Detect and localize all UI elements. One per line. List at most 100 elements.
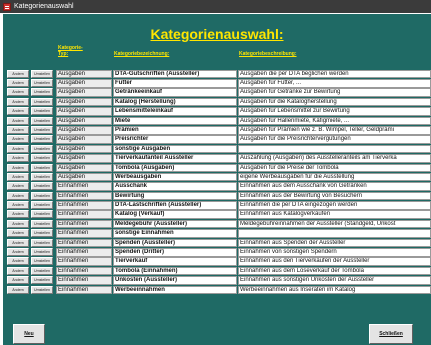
category-name-field[interactable]: sonstige Einnahmen — [113, 229, 237, 238]
category-type-field[interactable]: Ausgaben — [56, 88, 112, 97]
category-type-field[interactable]: Ausgaben — [56, 69, 112, 79]
category-description-field[interactable]: Auszahlung (Ausgaben) des Ausstellerante… — [238, 154, 431, 163]
category-description-field[interactable]: Einnahmen die per DTA eingezogen werden — [238, 201, 431, 210]
category-name-field[interactable]: Katalog (Verkauf) — [113, 210, 237, 220]
category-type-field[interactable]: Ausgaben — [56, 154, 112, 163]
category-name-field[interactable]: Futter — [113, 78, 237, 88]
category-type-field[interactable]: Ausgaben — [56, 163, 112, 173]
category-name-field[interactable]: Werbeeinnahmen — [113, 285, 237, 295]
category-type-field[interactable]: Ausgaben — [56, 144, 112, 154]
category-name-field[interactable]: Spenden (Dritter) — [113, 248, 237, 257]
category-type-field[interactable]: Einnahmen — [56, 219, 112, 229]
edit-button[interactable]: Ändern — [7, 201, 29, 210]
switch-button[interactable]: Umstellen — [31, 107, 53, 116]
category-name-field[interactable]: Getränkeeinkauf — [113, 88, 237, 97]
category-name-field[interactable]: Unkosten (Aussteller) — [113, 276, 237, 285]
category-type-field[interactable]: Einnahmen — [56, 276, 112, 285]
edit-button[interactable]: Ändern — [7, 107, 29, 116]
category-type-field[interactable]: Ausgaben — [56, 78, 112, 88]
switch-button[interactable]: Umstellen — [31, 144, 53, 153]
switch-button[interactable]: Umstellen — [31, 78, 53, 87]
close-button[interactable]: Schließen — [369, 324, 413, 344]
category-name-field[interactable]: Meldegebühr (Aussteller) — [113, 219, 237, 229]
category-type-field[interactable]: Einnahmen — [56, 266, 112, 276]
category-description-field[interactable]: Ausgaben für die Preise der Tombola — [238, 163, 431, 173]
edit-button[interactable]: Ändern — [7, 116, 29, 125]
category-name-field[interactable]: Bewirtung — [113, 191, 237, 201]
category-description-field[interactable]: Einnahmen aus dem Loseverkauf der Tombol… — [238, 266, 431, 276]
edit-button[interactable]: Ändern — [7, 238, 29, 247]
category-name-field[interactable]: Tierverkaufanteil Aussteller — [113, 154, 237, 163]
switch-button[interactable]: Umstellen — [31, 266, 53, 275]
edit-button[interactable]: Ändern — [7, 135, 29, 144]
category-name-field[interactable]: DTA-Gutschriften (Aussteller) — [113, 69, 237, 79]
edit-button[interactable]: Ändern — [7, 266, 29, 275]
category-name-field[interactable]: Miete — [113, 116, 237, 126]
category-name-field[interactable]: Spenden (Aussteller) — [113, 238, 237, 248]
category-name-field[interactable]: Tombola (Einnahmen) — [113, 266, 237, 276]
edit-button[interactable]: Ändern — [7, 248, 29, 257]
category-type-field[interactable]: Ausgaben — [56, 172, 112, 182]
category-description-field[interactable]: Einnahmen aus der Bewirtung von Besucher… — [238, 191, 431, 201]
switch-button[interactable]: Umstellen — [31, 248, 53, 257]
category-type-field[interactable]: Einnahmen — [56, 229, 112, 238]
category-type-field[interactable]: Einnahmen — [56, 238, 112, 248]
edit-button[interactable]: Ändern — [7, 285, 29, 294]
category-name-field[interactable]: Werbeausgaben — [113, 172, 237, 182]
category-description-field[interactable]: Ausgaben für Lebensmittel zur Bewirtung — [238, 107, 431, 116]
category-description-field[interactable]: Ausgaben für Hallenmiete, Käfigmiete, ..… — [238, 116, 431, 126]
switch-button[interactable]: Umstellen — [31, 172, 53, 181]
switch-button[interactable]: Umstellen — [31, 97, 53, 106]
edit-button[interactable]: Ändern — [7, 163, 29, 172]
category-name-field[interactable]: Tierverkauf — [113, 257, 237, 266]
switch-button[interactable]: Umstellen — [31, 285, 53, 294]
category-description-field[interactable]: Ausgaben für Prämien wie z. B. Wimpel, T… — [238, 125, 431, 135]
category-name-field[interactable]: DTA-Lastschriften (Aussteller) — [113, 201, 237, 210]
category-name-field[interactable]: Ausschank — [113, 182, 237, 191]
category-description-field[interactable]: Einnahmen aus dem Ausschank von Getränke… — [238, 182, 431, 191]
switch-button[interactable]: Umstellen — [31, 116, 53, 125]
category-type-field[interactable]: Ausgaben — [56, 97, 112, 107]
edit-button[interactable]: Ändern — [7, 219, 29, 228]
category-type-field[interactable]: Einnahmen — [56, 257, 112, 266]
category-name-field[interactable]: sonstige Ausgaben — [113, 144, 237, 154]
category-description-field[interactable]: Ausgaben für die Katalogherstellung — [238, 97, 431, 107]
category-type-field[interactable]: Einnahmen — [56, 182, 112, 191]
category-type-field[interactable]: Einnahmen — [56, 201, 112, 210]
category-type-field[interactable]: Ausgaben — [56, 135, 112, 144]
new-button[interactable]: Neu — [13, 324, 45, 344]
switch-button[interactable]: Umstellen — [31, 191, 53, 200]
category-name-field[interactable]: Lebensmitteleinkauf — [113, 107, 237, 116]
edit-button[interactable]: Ändern — [7, 78, 29, 87]
category-description-field[interactable] — [238, 229, 431, 238]
edit-button[interactable]: Ändern — [7, 172, 29, 181]
category-description-field[interactable] — [238, 144, 431, 154]
edit-button[interactable]: Ändern — [7, 182, 29, 191]
category-type-field[interactable]: Ausgaben — [56, 125, 112, 135]
edit-button[interactable]: Ändern — [7, 88, 29, 97]
edit-button[interactable]: Ändern — [7, 97, 29, 106]
category-type-field[interactable]: Einnahmen — [56, 210, 112, 220]
edit-button[interactable]: Ändern — [7, 210, 29, 219]
switch-button[interactable]: Umstellen — [31, 276, 53, 285]
edit-button[interactable]: Ändern — [7, 125, 29, 134]
category-name-field[interactable]: Preisrichter — [113, 135, 237, 144]
category-type-field[interactable]: Ausgaben — [56, 107, 112, 116]
switch-button[interactable]: Umstellen — [31, 88, 53, 97]
category-name-field[interactable]: Tombola (Ausgaben) — [113, 163, 237, 173]
edit-button[interactable]: Ändern — [7, 276, 29, 285]
edit-button[interactable]: Ändern — [7, 191, 29, 200]
switch-button[interactable]: Umstellen — [31, 210, 53, 219]
category-description-field[interactable]: Werbeeinnahmen aus Inseraten im Katalog — [238, 285, 431, 295]
switch-button[interactable]: Umstellen — [31, 257, 53, 266]
edit-button[interactable]: Ändern — [7, 229, 29, 238]
switch-button[interactable]: Umstellen — [31, 135, 53, 144]
category-type-field[interactable]: Ausgaben — [56, 116, 112, 126]
category-name-field[interactable]: Katalog (Herstellung) — [113, 97, 237, 107]
category-description-field[interactable]: eigene Werbeausgaben für die Ausstellung — [238, 172, 431, 182]
category-description-field[interactable]: Ausgaben für Futter, ... — [238, 78, 431, 88]
category-description-field[interactable]: Ausgaben für die Preisrichtervergütungen — [238, 135, 431, 144]
category-description-field[interactable]: Ausgaben die per DTA beglichen werden — [238, 69, 431, 79]
category-type-field[interactable]: Einnahmen — [56, 285, 112, 295]
category-description-field[interactable]: Einnahmen aus den Tierverkäufen der Auss… — [238, 257, 431, 266]
